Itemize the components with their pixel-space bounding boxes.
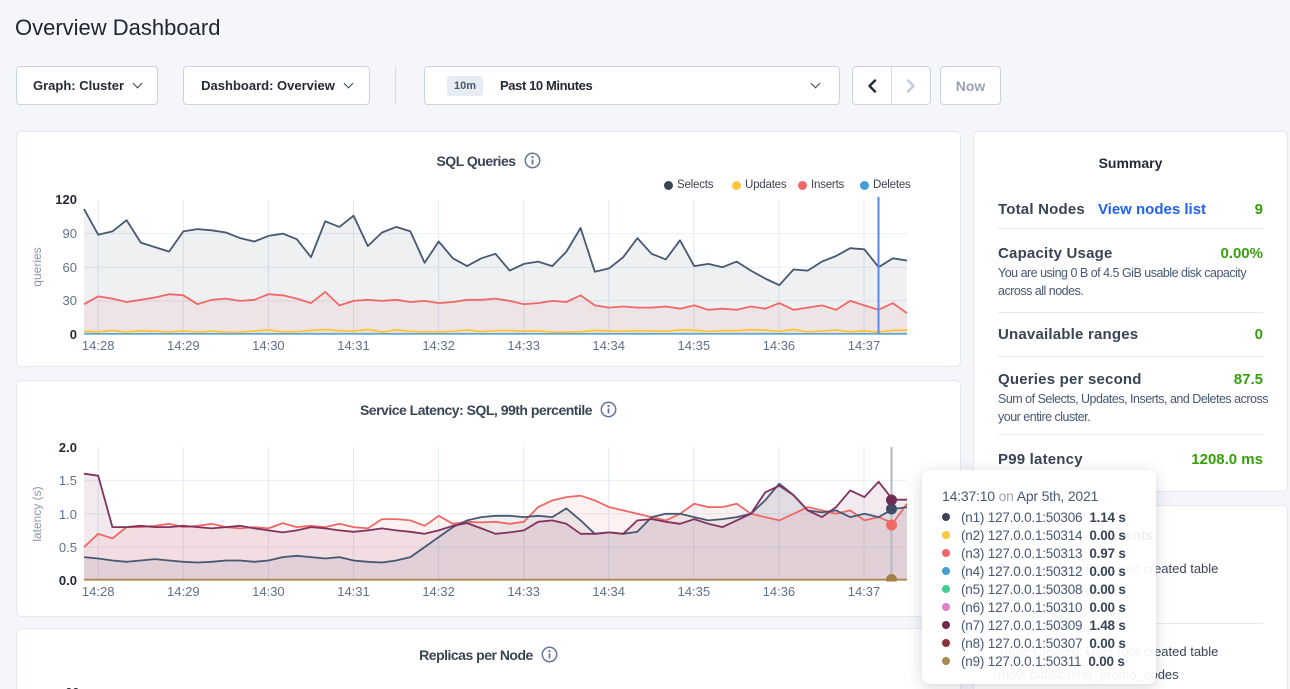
svg-text:120: 120	[55, 192, 77, 207]
svg-text:14:37: 14:37	[848, 338, 881, 353]
svg-text:14:28: 14:28	[82, 338, 115, 353]
svg-text:30: 30	[63, 293, 77, 308]
svg-text:90: 90	[63, 226, 77, 241]
svg-text:14:34: 14:34	[592, 338, 625, 353]
svg-text:14:35: 14:35	[678, 338, 711, 353]
svg-text:14:30: 14:30	[252, 584, 285, 599]
svg-text:0.0: 0.0	[59, 573, 77, 588]
svg-text:14:36: 14:36	[763, 338, 796, 353]
svg-text:60: 60	[63, 260, 77, 275]
svg-text:14:29: 14:29	[167, 584, 200, 599]
svg-text:14:28: 14:28	[82, 584, 115, 599]
svg-text:14:35: 14:35	[678, 584, 711, 599]
svg-text:2.0: 2.0	[59, 440, 77, 455]
svg-text:14:33: 14:33	[507, 584, 540, 599]
svg-text:14:30: 14:30	[252, 338, 285, 353]
svg-text:1.5: 1.5	[59, 473, 77, 488]
svg-text:14:32: 14:32	[422, 338, 455, 353]
svg-text:14:31: 14:31	[337, 338, 370, 353]
svg-text:14:29: 14:29	[167, 338, 200, 353]
svg-text:latency (s): latency (s)	[30, 486, 44, 541]
svg-text:14:32: 14:32	[422, 584, 455, 599]
svg-text:14:34: 14:34	[592, 584, 625, 599]
svg-text:0: 0	[70, 327, 77, 342]
svg-text:14:33: 14:33	[507, 338, 540, 353]
svg-text:1.0: 1.0	[59, 507, 77, 522]
svg-text:queries: queries	[30, 247, 44, 286]
svg-text:14:36: 14:36	[763, 584, 796, 599]
svg-text:14:31: 14:31	[337, 584, 370, 599]
svg-text:14:37: 14:37	[848, 584, 881, 599]
svg-text:0.5: 0.5	[59, 540, 77, 555]
